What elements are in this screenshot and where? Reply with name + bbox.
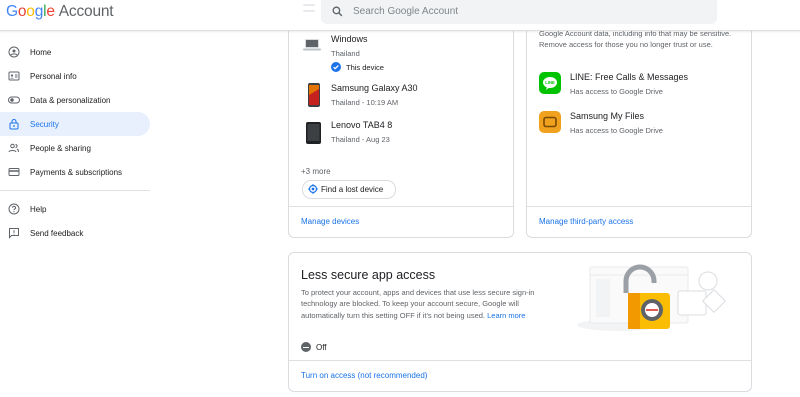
less-secure-app-access-card: Less secure app access To protect your a… bbox=[288, 252, 752, 392]
this-device-label: This device bbox=[346, 63, 384, 72]
google-logo-letter: G bbox=[6, 3, 18, 20]
less-secure-title: Less secure app access bbox=[301, 268, 436, 282]
devices-card-footer: Manage devices bbox=[289, 206, 513, 237]
sidebar-item-label: People & sharing bbox=[30, 144, 91, 153]
toggle-icon bbox=[8, 96, 20, 104]
app-name: LINE: Free Calls & Messages bbox=[570, 72, 689, 82]
turn-on-access-link[interactable]: Turn on access (not recommended) bbox=[301, 371, 427, 380]
google-logo-text: Google bbox=[6, 3, 55, 20]
device-name: Lenovo TAB4 8 bbox=[331, 120, 393, 130]
learn-more-link[interactable]: Learn more bbox=[487, 311, 525, 320]
sidebar-item-data-personalization[interactable]: Data & personalization bbox=[0, 88, 150, 112]
help-icon bbox=[8, 203, 20, 215]
id-card-icon bbox=[8, 71, 20, 81]
hidden-content-edge bbox=[303, 0, 315, 20]
sidebar-divider bbox=[0, 190, 150, 191]
sidebar-item-label: Home bbox=[30, 48, 52, 57]
app-access: Has access to Google Drive bbox=[570, 87, 663, 96]
sidebar-item-security[interactable]: Security bbox=[0, 112, 150, 136]
people-icon bbox=[8, 143, 19, 153]
sidebar: Home Personal info Data & personalizatio… bbox=[0, 40, 150, 245]
sidebar-item-label: Send feedback bbox=[30, 229, 84, 238]
manage-devices-link[interactable]: Manage devices bbox=[301, 217, 359, 226]
devices-card: Windows Thailand This device Samsung Gal… bbox=[288, 10, 514, 238]
padlock-illustration bbox=[577, 264, 727, 331]
third-party-access-card: Google Account data, including info that… bbox=[526, 10, 752, 238]
app-name: Samsung My Files bbox=[570, 111, 645, 121]
sidebar-item-people-sharing[interactable]: People & sharing bbox=[0, 136, 150, 160]
tablet-icon bbox=[306, 122, 321, 144]
google-logo-letter: e bbox=[46, 3, 55, 20]
search-input[interactable]: Search Google Account bbox=[353, 6, 458, 17]
device-detail: Thailand - Aug 23 bbox=[331, 135, 390, 144]
less-secure-description: To protect your account, apps and device… bbox=[301, 287, 559, 321]
check-circle-icon bbox=[331, 62, 341, 72]
svg-text:LINE: LINE bbox=[545, 80, 555, 85]
home-icon bbox=[8, 46, 20, 58]
sidebar-item-personal-info[interactable]: Personal info bbox=[0, 64, 150, 88]
device-location: Thailand bbox=[331, 49, 360, 58]
third-party-description: Google Account data, including info that… bbox=[539, 29, 732, 49]
less-secure-status-label: Off bbox=[316, 343, 327, 352]
top-bar: Google Account Search Google Account bbox=[0, 0, 800, 31]
manage-third-party-access-link[interactable]: Manage third-party access bbox=[539, 217, 633, 226]
third-party-card-footer: Manage third-party access bbox=[527, 206, 751, 237]
line-app-icon: LINE bbox=[539, 72, 561, 94]
search-bar[interactable]: Search Google Account bbox=[321, 0, 717, 24]
more-devices-link[interactable]: +3 more bbox=[301, 167, 331, 176]
sidebar-item-label: Payments & subscriptions bbox=[30, 168, 123, 177]
sidebar-item-label: Security bbox=[30, 120, 59, 129]
device-name: Samsung Galaxy A30 bbox=[331, 83, 418, 93]
sidebar-item-label: Personal info bbox=[30, 72, 77, 81]
sidebar-item-label: Data & personalization bbox=[30, 96, 111, 105]
app-access: Has access to Google Drive bbox=[570, 126, 663, 135]
folder-app-icon bbox=[539, 111, 561, 133]
location-target-icon bbox=[308, 184, 318, 194]
find-lost-device-label: Find a lost device bbox=[321, 185, 384, 194]
off-status-icon bbox=[301, 342, 311, 352]
sidebar-item-help[interactable]: Help bbox=[0, 197, 150, 221]
feedback-icon bbox=[9, 228, 19, 239]
sidebar-item-label: Help bbox=[30, 205, 47, 214]
less-secure-card-footer: Turn on access (not recommended) bbox=[289, 360, 751, 391]
google-logo-letter: o bbox=[26, 3, 35, 20]
lock-icon bbox=[9, 119, 19, 130]
credit-card-icon bbox=[8, 168, 20, 176]
sidebar-item-home[interactable]: Home bbox=[0, 40, 150, 64]
device-detail: Thailand - 10:19 AM bbox=[331, 98, 399, 107]
phone-icon bbox=[308, 83, 320, 107]
account-logo-text: Account bbox=[58, 3, 114, 20]
laptop-icon bbox=[303, 39, 321, 51]
device-name: Windows bbox=[331, 34, 368, 44]
google-account-logo[interactable]: Google Account bbox=[6, 3, 114, 21]
sidebar-item-send-feedback[interactable]: Send feedback bbox=[0, 221, 150, 245]
sidebar-item-payments[interactable]: Payments & subscriptions bbox=[0, 160, 150, 184]
find-lost-device-button[interactable]: Find a lost device bbox=[302, 180, 396, 199]
google-logo-letter: g bbox=[34, 3, 44, 20]
search-icon[interactable] bbox=[331, 5, 344, 18]
